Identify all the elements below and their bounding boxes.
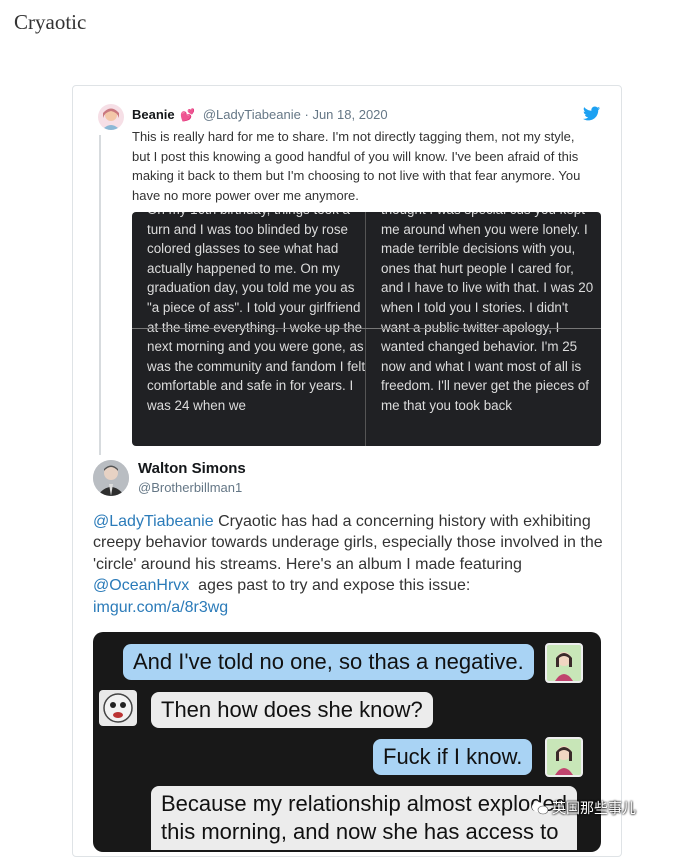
image-text-right: thought I was special cus you kept me ar…	[381, 212, 594, 413]
image-divider-vertical	[365, 212, 366, 446]
mention-link[interactable]: @OceanHrvx	[93, 577, 189, 594]
imgur-link[interactable]: imgur.com/a/8r3wg	[93, 599, 228, 616]
tweet-text: @LadyTiabeanie Cryaotic has had a concer…	[93, 511, 603, 618]
quoted-tweet-header: Beanie 💕 @LadyTiabeanie · Jun 18, 2020	[132, 107, 388, 122]
chat-bubble-received-multiline: Because my relationship almost exploded …	[151, 786, 578, 850]
watermark: 英国那些事儿	[532, 798, 636, 818]
chat-screenshot-image[interactable]: And I've told no one, so thas a negative…	[93, 632, 601, 852]
quoted-tweet-image[interactable]: On my 16th birthday, things took a turn …	[132, 212, 601, 446]
image-text-left: On my 16th birthday, things took a turn …	[147, 212, 366, 413]
avatar[interactable]	[93, 460, 129, 496]
chat-bubble-sent: And I've told no one, so thas a negative…	[123, 644, 534, 680]
avatar	[99, 690, 137, 726]
watermark-text: 英国那些事儿	[552, 800, 636, 816]
heart-emoji-icon: 💕	[180, 108, 196, 122]
mention-link[interactable]: @LadyTiabeanie	[93, 513, 214, 530]
avatar	[545, 737, 583, 777]
quoted-tweet-text: This is really hard for me to share. I'm…	[132, 129, 581, 203]
chat-bubble-sent: Fuck if I know.	[373, 739, 533, 775]
chat-line: this morning, and now she has access to	[161, 819, 559, 844]
author-handle[interactable]: @Brotherbillman1	[138, 480, 242, 495]
tweet-text-part: ages past to try and expose this issue:	[189, 577, 471, 595]
wechat-icon	[532, 802, 548, 815]
chat-bubble-received: Then how does she know?	[151, 692, 433, 728]
avatar	[545, 643, 583, 683]
page-title: Cryaotic	[14, 10, 87, 34]
quoted-tweet-date[interactable]: Jun 18, 2020	[312, 107, 387, 122]
image-divider-horizontal	[132, 328, 601, 329]
chat-line: Because my relationship almost exploded	[161, 791, 568, 816]
twitter-bird-icon[interactable]	[583, 106, 600, 121]
avatar[interactable]	[98, 104, 124, 130]
author-name[interactable]: Walton Simons	[138, 460, 246, 477]
separator-dot: ·	[304, 107, 309, 122]
quoted-author-name[interactable]: Beanie	[132, 107, 175, 122]
quoted-author-handle[interactable]: @LadyTiabeanie	[203, 107, 301, 122]
quote-thread-line	[99, 135, 101, 455]
